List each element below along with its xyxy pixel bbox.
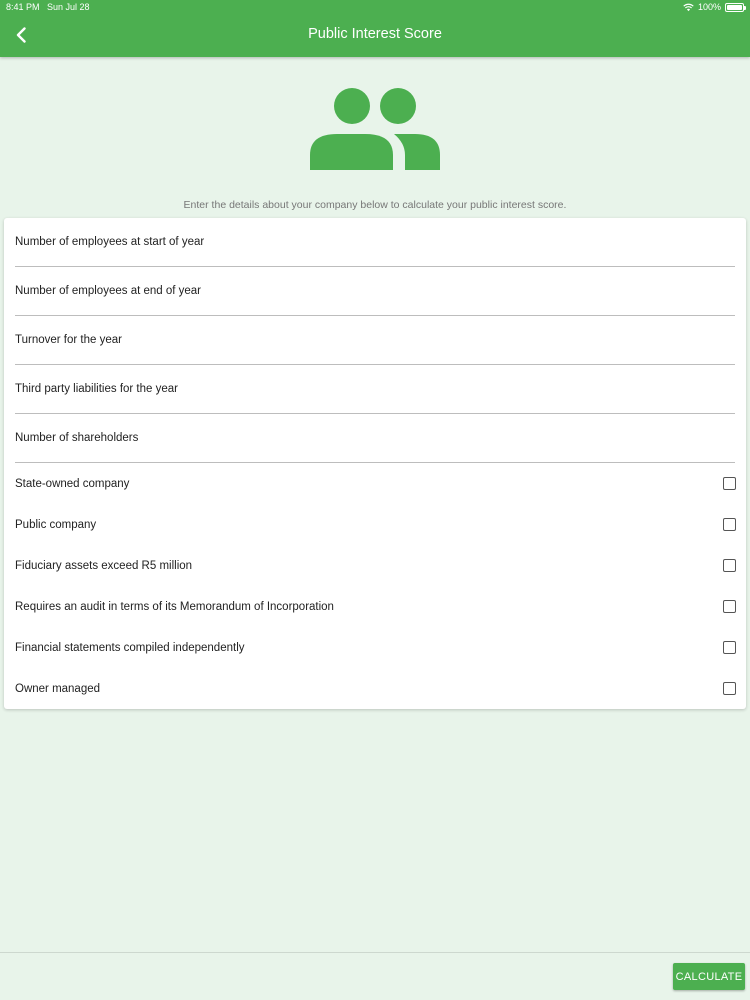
wifi-icon [683, 3, 694, 11]
turnover-field[interactable] [15, 316, 735, 365]
shareholders-field[interactable] [15, 414, 735, 463]
liabilities-input[interactable] [15, 365, 735, 413]
state-owned-label: State-owned company [15, 477, 130, 490]
turnover-input[interactable] [15, 316, 735, 364]
employees-end-field[interactable] [15, 267, 735, 316]
liabilities-field[interactable] [15, 365, 735, 414]
compiled-independently-row[interactable]: Financial statements compiled independen… [15, 627, 737, 668]
intro-text: Enter the details about your company bel… [183, 199, 567, 211]
status-date: Sun Jul 28 [47, 2, 90, 12]
battery-icon [725, 2, 746, 12]
battery-percent: 100% [697, 2, 721, 12]
fiduciary-assets-checkbox[interactable] [723, 559, 736, 572]
people-icon [310, 88, 440, 170]
company-form-card: State-owned company Public company Fiduc… [4, 218, 746, 709]
owner-managed-row[interactable]: Owner managed [15, 668, 737, 709]
audit-required-checkbox[interactable] [723, 600, 736, 613]
app-bar: 8:41 PM Sun Jul 28 100% Public Interest … [0, 0, 750, 57]
status-right: 100% [683, 2, 746, 12]
compiled-independently-label: Financial statements compiled independen… [15, 641, 245, 654]
employees-start-input[interactable] [15, 218, 735, 266]
public-company-checkbox[interactable] [723, 518, 736, 531]
owner-managed-checkbox[interactable] [723, 682, 736, 695]
page-title: Public Interest Score [308, 26, 442, 42]
employees-end-input[interactable] [15, 267, 735, 315]
bottom-bar [0, 952, 750, 1000]
audit-required-row[interactable]: Requires an audit in terms of its Memora… [15, 586, 737, 627]
status-time: 8:41 PM [6, 2, 40, 12]
calculate-button[interactable]: CALCULATE [673, 963, 745, 990]
status-bar: 8:41 PM Sun Jul 28 100% [0, 0, 750, 15]
fiduciary-assets-label: Fiduciary assets exceed R5 million [15, 559, 193, 572]
public-company-row[interactable]: Public company [15, 504, 737, 545]
fiduciary-assets-row[interactable]: Fiduciary assets exceed R5 million [15, 545, 737, 586]
public-company-label: Public company [15, 518, 97, 531]
employees-start-field[interactable] [15, 218, 735, 267]
compiled-independently-checkbox[interactable] [723, 641, 736, 654]
owner-managed-label: Owner managed [15, 682, 101, 695]
state-owned-row[interactable]: State-owned company [15, 463, 737, 504]
shareholders-input[interactable] [15, 414, 735, 462]
state-owned-checkbox[interactable] [723, 477, 736, 490]
audit-required-label: Requires an audit in terms of its Memora… [15, 600, 334, 613]
